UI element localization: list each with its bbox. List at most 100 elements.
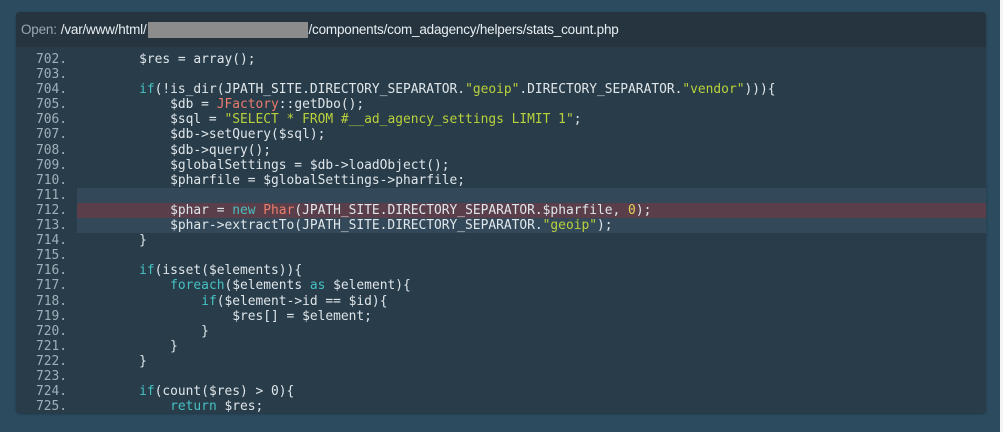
path-prefix: /var/www/html/ bbox=[60, 22, 147, 37]
code-line: $db->query(); 708. bbox=[16, 143, 986, 158]
code-token: "SELECT * FROM #__ad_agency_settings LIM… bbox=[224, 112, 574, 128]
code-token: } bbox=[77, 353, 147, 369]
line-source: } bbox=[77, 233, 986, 248]
code-line: return $res; 725. bbox=[16, 399, 986, 413]
code-token: } bbox=[77, 338, 178, 354]
code-token: $res[] = $element; bbox=[77, 308, 372, 324]
line-source: return $res; bbox=[77, 399, 986, 413]
line-source: $res[] = $element; bbox=[77, 309, 986, 324]
code-token: as bbox=[309, 278, 326, 294]
line-source: $phar->extractTo(JPATH_SITE.DIRECTORY_SE… bbox=[77, 218, 986, 234]
code-line: if(count($res) > 0){724. bbox=[16, 384, 986, 399]
code-token: $globalSettings = $db->loadObject(); bbox=[77, 157, 450, 173]
code-token: $res; bbox=[216, 399, 264, 413]
code-token: (!is_dir(JPATH_SITE.DIRECTORY_SEPARATOR. bbox=[154, 82, 466, 98]
line-number: 709. bbox=[36, 157, 68, 173]
code-token: $sql = bbox=[77, 112, 225, 128]
code-token: if bbox=[201, 293, 217, 309]
line-number: 706. bbox=[36, 112, 68, 128]
code-token: "geoip" bbox=[542, 218, 597, 234]
code-token: $db->setQuery($sql); bbox=[77, 127, 326, 143]
file-viewer-panel: Open: /var/www/html/ /components/com_ada… bbox=[16, 12, 986, 413]
code-token: } bbox=[77, 323, 209, 339]
open-label: Open: bbox=[21, 22, 57, 37]
code-token: JFactory bbox=[216, 97, 279, 113]
code-token: $element){ bbox=[325, 278, 411, 294]
code-view[interactable]: $res = array(); 702. 703. if(!is_dir(JPAT… bbox=[16, 52, 986, 413]
code-token: $db->query(); bbox=[77, 142, 272, 158]
redacted-path-segment bbox=[147, 21, 308, 38]
code-line: if($element->id == $id){ 718. bbox=[16, 294, 986, 309]
line-source bbox=[77, 248, 986, 263]
code-line: 723. bbox=[16, 369, 986, 384]
code-token: $phar->extractTo(JPATH_SITE.DIRECTORY_SE… bbox=[77, 218, 543, 234]
line-number: 722. bbox=[36, 353, 68, 369]
line-source: } bbox=[77, 324, 986, 339]
line-number: 710. bbox=[36, 172, 68, 188]
line-number: 720. bbox=[36, 323, 68, 339]
line-source bbox=[77, 67, 986, 82]
code-line: 711. bbox=[16, 187, 986, 203]
code-line: $phar->extractTo(JPATH_SITE.DIRECTORY_SE… bbox=[16, 218, 986, 234]
code-line: 715. bbox=[16, 248, 986, 263]
line-source: if(count($res) > 0){ bbox=[77, 384, 986, 399]
code-token: $res = array(); bbox=[77, 52, 256, 67]
line-source: $res = array(); bbox=[77, 52, 986, 67]
code-line: $db = JFactory::getDbo(); 705. bbox=[16, 97, 986, 112]
code-token: ::getDbo(); bbox=[278, 97, 365, 113]
code-line: if(isset($elements)){716. bbox=[16, 263, 986, 278]
code-token: (count($res) > 0){ bbox=[154, 384, 295, 400]
code-token: $phar = bbox=[77, 202, 233, 218]
line-source: if(!is_dir(JPATH_SITE.DIRECTORY_SEPARATO… bbox=[77, 82, 986, 97]
code-line: 703. bbox=[16, 67, 986, 82]
line-source: } bbox=[77, 354, 986, 369]
code-token: ($element->id == $id){ bbox=[216, 293, 388, 309]
line-source: $phar = new Phar(JPATH_SITE.DIRECTORY_SE… bbox=[77, 202, 986, 219]
line-source: $db = JFactory::getDbo(); bbox=[77, 97, 986, 112]
code-token: (isset($elements)){ bbox=[154, 263, 303, 279]
code-token: if bbox=[139, 384, 155, 400]
code-token: (JPATH_SITE.DIRECTORY_SEPARATOR.$pharfil… bbox=[294, 202, 629, 218]
line-number: 721. bbox=[36, 338, 68, 354]
code-token: .DIRECTORY_SEPARATOR. bbox=[519, 82, 683, 98]
line-source: $db->setQuery($sql); bbox=[77, 127, 986, 142]
code-token: } bbox=[77, 233, 147, 249]
line-number: 713. bbox=[36, 218, 68, 234]
line-source: } bbox=[77, 339, 986, 354]
line-source: foreach($elements as $element){ bbox=[77, 278, 986, 293]
line-number: 711. bbox=[36, 187, 68, 203]
line-number: 707. bbox=[36, 127, 68, 143]
line-source bbox=[77, 187, 986, 203]
code-token: $db = bbox=[77, 97, 217, 113]
line-number: 702. bbox=[36, 52, 68, 67]
code-line: $phar = new Phar(JPATH_SITE.DIRECTORY_SE… bbox=[16, 202, 986, 219]
code-token: foreach bbox=[170, 278, 225, 294]
code-token: ))){ bbox=[744, 82, 776, 98]
code-line: } 714. bbox=[16, 233, 986, 248]
line-number: 719. bbox=[36, 308, 68, 324]
code-token: Phar bbox=[263, 202, 295, 218]
code-token: ; bbox=[573, 112, 582, 128]
path-suffix: /components/com_adagency/helpers/stats_c… bbox=[308, 22, 619, 37]
code-token: return bbox=[170, 399, 217, 413]
code-line: $globalSettings = $db->loadObject(); 709. bbox=[16, 158, 986, 173]
line-number: 714. bbox=[36, 233, 68, 249]
code-line: $res = array(); 702. bbox=[16, 52, 986, 67]
code-token: if bbox=[139, 82, 155, 98]
line-number: 725. bbox=[36, 399, 68, 413]
line-number: 717. bbox=[36, 278, 68, 294]
line-source: if($element->id == $id){ bbox=[77, 294, 986, 309]
code-token: "geoip" bbox=[465, 82, 520, 98]
line-source: $globalSettings = $db->loadObject(); bbox=[77, 158, 986, 173]
file-path-header: Open: /var/www/html/ /components/com_ada… bbox=[16, 12, 986, 47]
code-token: $pharfile = $globalSettings->pharfile; bbox=[77, 172, 466, 188]
line-number: 718. bbox=[36, 293, 68, 309]
line-source: $sql = "SELECT * FROM #__ad_agency_setti… bbox=[77, 112, 986, 127]
code-token: "vendor" bbox=[682, 82, 745, 98]
line-number: 715. bbox=[36, 248, 68, 264]
